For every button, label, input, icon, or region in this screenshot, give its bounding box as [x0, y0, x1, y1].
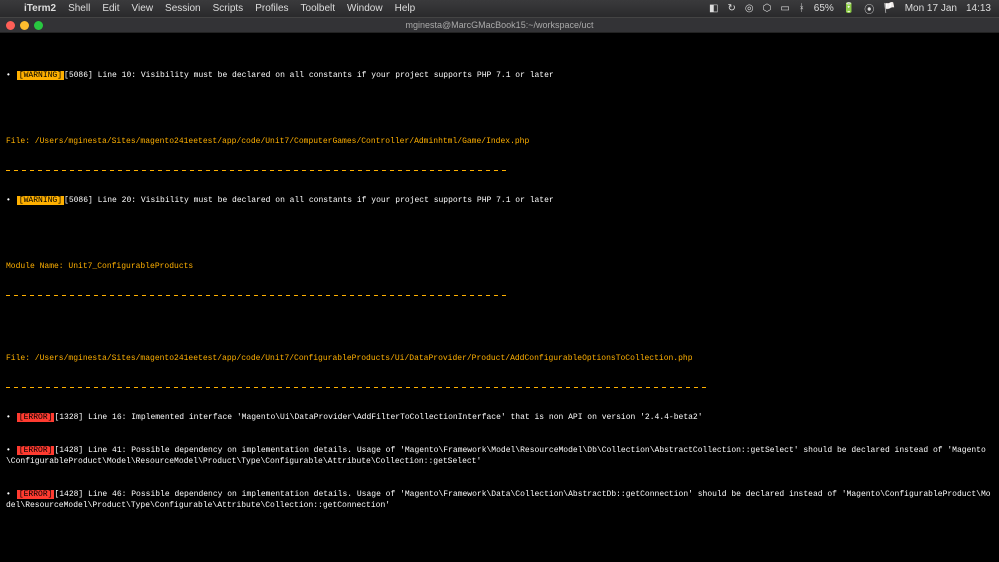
error-badge: [ERROR]: [17, 446, 55, 455]
window-close-button[interactable]: [6, 21, 15, 30]
log-line: [1428] Line 46: Possible dependency on i…: [6, 490, 991, 510]
status-app-icon[interactable]: ◧: [709, 3, 718, 14]
log-line: [1428] Line 41: Possible dependency on i…: [6, 446, 986, 466]
log-line: [5086] Line 10: Visibility must be decla…: [64, 71, 554, 80]
menu-toolbelt[interactable]: Toolbelt: [301, 3, 335, 14]
status-dropbox-icon[interactable]: ⬡: [763, 3, 772, 14]
menu-session[interactable]: Session: [165, 3, 201, 14]
window-title: mginesta@MarcGMacBook15:~/workspace/uct: [0, 20, 999, 30]
error-badge: [ERROR]: [17, 490, 55, 499]
status-bluetooth-icon[interactable]: ᚼ: [799, 3, 805, 14]
error-badge: [ERROR]: [17, 413, 55, 422]
menu-help[interactable]: Help: [395, 3, 416, 14]
status-sync-icon[interactable]: ↻: [727, 3, 735, 14]
status-battery-icon[interactable]: 🔋: [843, 3, 855, 14]
menu-scripts[interactable]: Scripts: [213, 3, 244, 14]
divider: [6, 387, 706, 388]
menu-edit[interactable]: Edit: [102, 3, 119, 14]
menu-shell[interactable]: Shell: [68, 3, 90, 14]
window-titlebar: mginesta@MarcGMacBook15:~/workspace/uct: [0, 17, 999, 33]
status-circle-icon[interactable]: ◎: [745, 3, 754, 14]
warning-badge: [WARNING]: [17, 196, 64, 205]
file-path: File: /Users/mginesta/Sites/magento241ee…: [6, 353, 993, 364]
log-line: [5086] Line 20: Visibility must be decla…: [64, 196, 554, 205]
window-zoom-button[interactable]: [34, 21, 43, 30]
menu-window[interactable]: Window: [347, 3, 383, 14]
divider: [6, 295, 506, 296]
status-wifi-icon[interactable]: ⦿: [864, 1, 874, 16]
menu-view[interactable]: View: [132, 3, 154, 14]
menu-profiles[interactable]: Profiles: [255, 3, 288, 14]
log-line: [1328] Line 16: Implemented interface 'M…: [54, 413, 702, 422]
file-path: File: /Users/mginesta/Sites/magento241ee…: [6, 136, 993, 147]
status-time[interactable]: 14:13: [966, 3, 991, 14]
terminal-viewport[interactable]: • [WARNING][5086] Line 10: Visibility mu…: [0, 33, 999, 562]
macos-menubar: iTerm2 Shell Edit View Session Scripts P…: [0, 0, 999, 17]
status-date[interactable]: Mon 17 Jan: [905, 3, 957, 14]
divider: [6, 170, 506, 171]
status-display-icon[interactable]: ▭: [780, 3, 789, 14]
warning-badge: [WARNING]: [17, 71, 64, 80]
module-name: Module Name: Unit7_ConfigurableProducts: [6, 261, 993, 272]
status-flag-icon[interactable]: 🏳️: [883, 3, 895, 14]
window-minimize-button[interactable]: [20, 21, 29, 30]
status-battery-percent[interactable]: 65%: [814, 3, 834, 14]
menubar-app-name[interactable]: iTerm2: [24, 3, 56, 14]
